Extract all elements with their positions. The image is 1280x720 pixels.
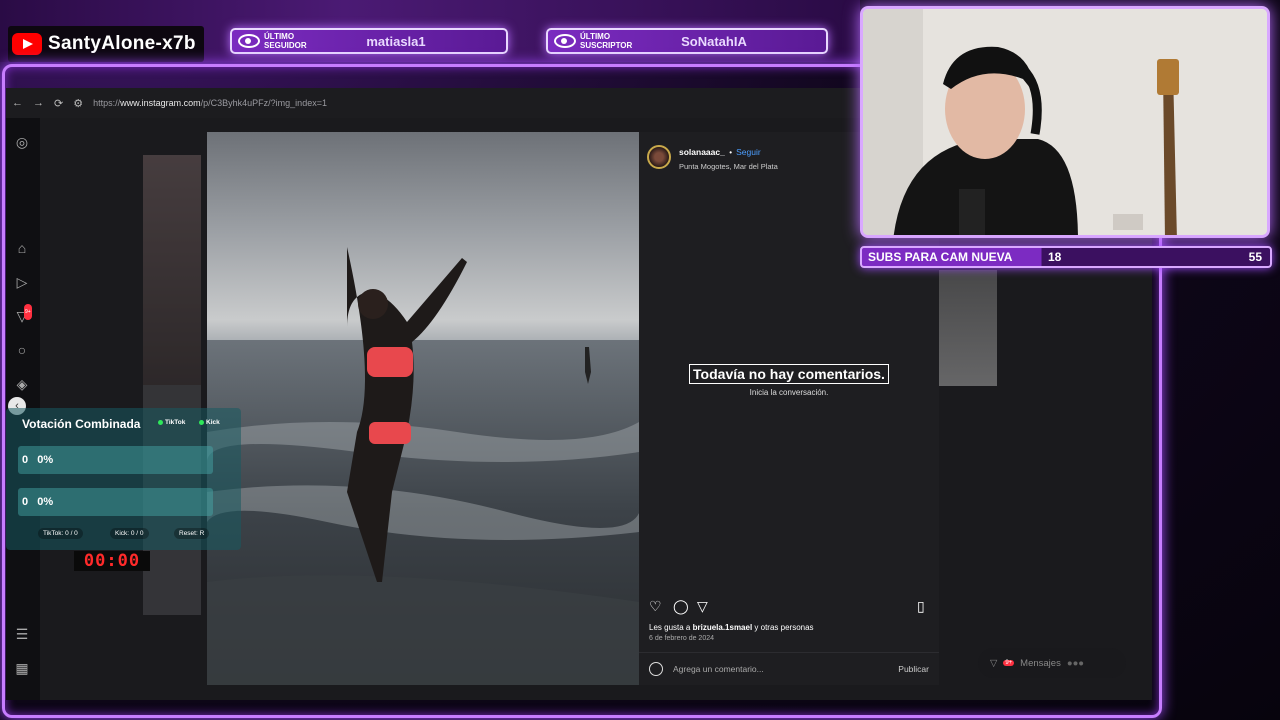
subs-goal-current: 18 bbox=[1048, 250, 1062, 264]
likes-prefix: Les gusta a bbox=[649, 623, 693, 632]
publish-button[interactable]: Publicar bbox=[898, 664, 929, 674]
tiktok-tag: TikTok bbox=[158, 419, 185, 426]
messages-badge: 9+ bbox=[1003, 660, 1015, 666]
instagram-icon[interactable]: ◎ bbox=[14, 134, 30, 150]
status-dot-icon bbox=[199, 420, 204, 425]
explore-icon[interactable]: ◈ bbox=[14, 376, 30, 392]
kick-tag-label: Kick bbox=[206, 419, 220, 426]
emoji-icon[interactable] bbox=[649, 662, 663, 676]
next-post-preview[interactable] bbox=[939, 270, 997, 386]
url-path: /p/C3Byhk4uPFz/?img_index=1 bbox=[200, 98, 327, 108]
likes-suffix: y otras personas bbox=[752, 623, 814, 632]
last-sub-label: Último Suscriptor bbox=[580, 32, 633, 50]
voting-widget: Votación Combinada TikTok Kick 0 0% 0 0%… bbox=[6, 408, 241, 550]
post-date: 6 de febrero de 2024 bbox=[649, 635, 714, 642]
no-comments-subtitle: Inicia la conversación. bbox=[749, 388, 829, 397]
post-author: solanaaac_ • Seguir Punta Mogotes, Mar de… bbox=[647, 142, 778, 171]
messages-icon: ▽ bbox=[990, 657, 998, 669]
vote-option-2: 0 0% bbox=[18, 488, 213, 516]
notification-badge: 9+ bbox=[24, 304, 32, 320]
url-host: www.instagram.com bbox=[120, 98, 201, 108]
youtube-icon bbox=[12, 33, 42, 55]
channel-name: SantyAlone-x7b bbox=[48, 33, 196, 54]
channel-badge: SantyAlone-x7b bbox=[8, 26, 204, 62]
vote-title: Votación Combinada bbox=[22, 417, 141, 431]
post-actions: ♡ ◯ ▽ ▯ bbox=[649, 598, 931, 616]
avatar[interactable] bbox=[647, 144, 671, 169]
streamer-camera bbox=[863, 9, 1267, 235]
comment-icon[interactable]: ◯ bbox=[673, 598, 689, 615]
vote-foot-tiktok: TikTok: 0 / 0 bbox=[38, 528, 83, 539]
last-subscriber-badge: Último Suscriptor SoNatahIA bbox=[546, 28, 828, 54]
menu-icon[interactable]: ☰ bbox=[14, 626, 30, 642]
messages-label: Mensajes bbox=[1020, 657, 1061, 669]
last-follower-name: matiasla1 bbox=[366, 33, 426, 49]
no-comments-title: Todavía no hay comentarios. bbox=[689, 364, 889, 384]
last-sub-name: SoNatahIA bbox=[681, 33, 747, 49]
vote-foot-reset: Reset: R bbox=[174, 528, 210, 539]
eye-icon bbox=[554, 34, 576, 48]
comment-input[interactable]: Agrega un comentario... bbox=[673, 664, 898, 674]
messages-button[interactable]: ▽ 9+ Mensajes ●●● bbox=[978, 648, 1126, 678]
site-settings-icon[interactable]: ⚙ bbox=[73, 97, 83, 110]
avatars-stack: ●●● bbox=[1066, 657, 1085, 669]
author-username[interactable]: solanaaac_ bbox=[679, 147, 725, 157]
empty-comments: Todavía no hay comentarios. Inicia la co… bbox=[639, 364, 939, 397]
status-dot-icon bbox=[158, 420, 163, 425]
post-location[interactable]: Punta Mogotes, Mar del Plata bbox=[679, 162, 778, 171]
likes-text[interactable]: Les gusta a brizuela.1smael y otras pers… bbox=[649, 623, 814, 632]
share-icon[interactable]: ▽ bbox=[697, 598, 708, 615]
url-prefix: https:// bbox=[93, 98, 121, 108]
back-icon[interactable]: ← bbox=[12, 97, 23, 109]
home-icon[interactable]: ⌂ bbox=[14, 240, 30, 256]
comment-box: Agrega un comentario... Publicar bbox=[639, 652, 939, 685]
forward-icon[interactable]: → bbox=[33, 97, 44, 109]
vote-option-1: 0 0% bbox=[18, 446, 213, 474]
heart-icon[interactable]: ♡ bbox=[649, 598, 662, 615]
tiktok-tag-label: TikTok bbox=[165, 419, 186, 426]
countdown-timer: 00:00 bbox=[74, 551, 150, 571]
subs-goal-target: 55 bbox=[1248, 250, 1262, 264]
follow-button[interactable]: Seguir bbox=[736, 147, 761, 157]
bookmark-icon[interactable]: ▯ bbox=[917, 598, 925, 615]
subs-goal-label: SUBS PARA CAM NUEVA bbox=[868, 250, 1013, 264]
likes-user[interactable]: brizuela.1smael bbox=[693, 623, 753, 632]
last-follower-badge: Último Seguidor matiasla1 bbox=[230, 28, 508, 54]
vote-foot-kick: Kick: 0 / 0 bbox=[110, 528, 149, 539]
reels-icon[interactable]: ▷ bbox=[14, 274, 30, 290]
vote-option-2-value: 0 0% bbox=[22, 496, 54, 508]
last-follower-label: Último Seguidor bbox=[264, 32, 307, 50]
reload-icon[interactable]: ⟳ bbox=[54, 97, 63, 110]
search-icon[interactable]: ○ bbox=[14, 342, 30, 358]
more-apps-icon[interactable]: ▦ bbox=[14, 660, 30, 676]
eye-icon bbox=[238, 34, 260, 48]
post-photo[interactable] bbox=[207, 132, 639, 685]
kick-tag: Kick bbox=[199, 419, 220, 426]
vote-option-1-value: 0 0% bbox=[22, 454, 54, 466]
url-text[interactable]: https://www.instagram.com/p/C3Byhk4uPFz/… bbox=[93, 98, 327, 108]
stream-overlay: SantyAlone-x7b Último Seguidor matiasla1… bbox=[0, 0, 1280, 720]
notifications-icon[interactable]: ▽ 9+ bbox=[14, 304, 32, 324]
beach-scene bbox=[207, 247, 639, 685]
subs-goal-bar: SUBS PARA CAM NUEVA 18 55 bbox=[860, 246, 1272, 268]
webcam-feed bbox=[860, 6, 1270, 238]
